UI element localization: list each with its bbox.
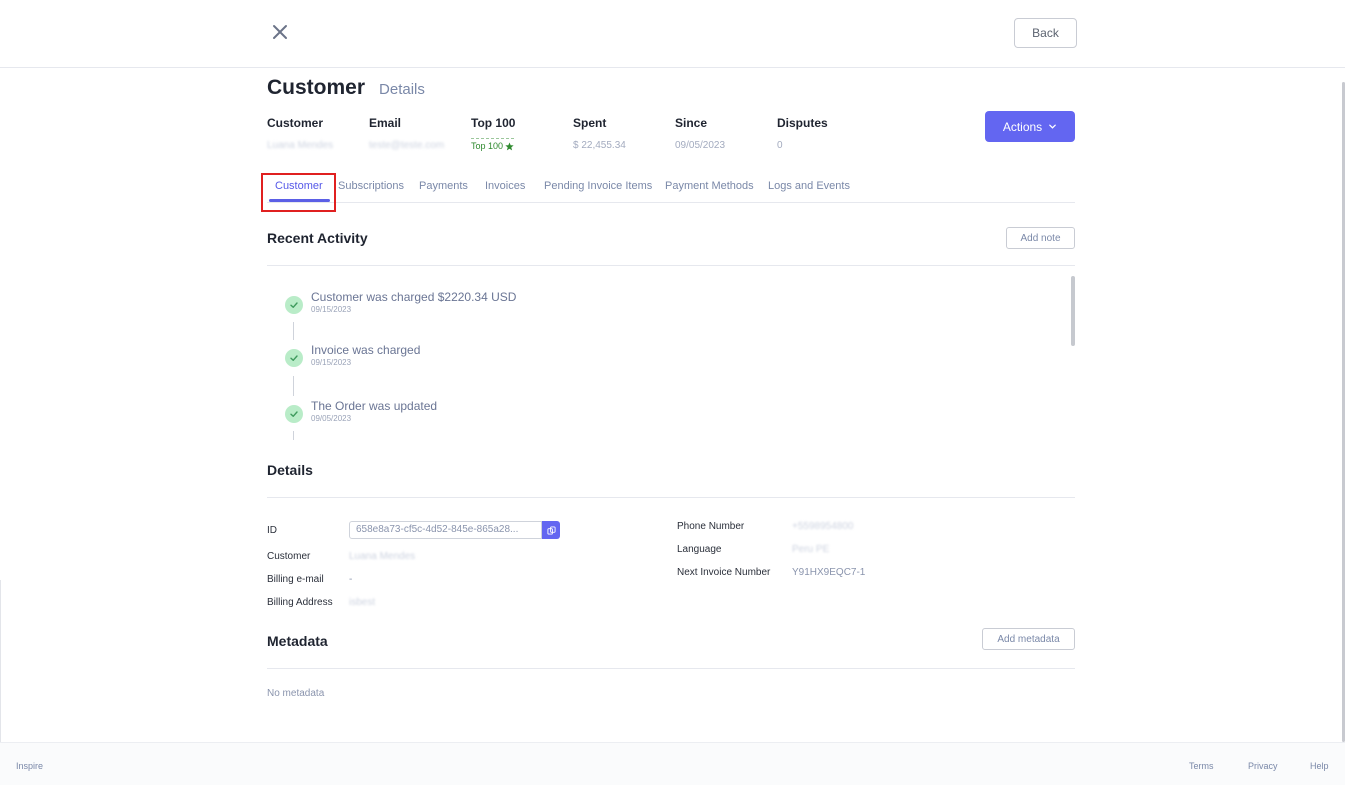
tab-invoices[interactable]: Invoices — [485, 180, 525, 192]
back-button[interactable]: Back — [1014, 18, 1077, 48]
recent-activity-title: Recent Activity — [267, 230, 368, 246]
billing-address-label: Billing Address — [267, 597, 333, 608]
summary-spent: Spent $ 22,455.34 — [573, 116, 675, 152]
summary-spent-value: $ 22,455.34 — [573, 140, 626, 151]
id-label: ID — [267, 525, 277, 536]
language-value: Peru PE — [792, 544, 830, 555]
footer: Inspire Terms Privacy Help — [0, 742, 1345, 785]
summary-email: Email teste@teste.com — [369, 116, 471, 152]
phone-value: +5598954800 — [792, 521, 854, 532]
summary-customer-value: Luana Mendes — [267, 140, 334, 151]
tab-customer[interactable]: Customer — [275, 180, 323, 192]
tab-bar: Customer Subscriptions Payments Invoices… — [267, 172, 1075, 203]
add-metadata-button[interactable]: Add metadata — [982, 628, 1075, 650]
details-title: Details — [267, 462, 313, 478]
top100-badge: Top 100 — [471, 138, 515, 151]
summary-since: Since 09/05/2023 — [675, 116, 777, 152]
left-divider — [0, 580, 1, 742]
list-item: Invoice was charged 09/15/2023 — [285, 343, 420, 367]
phone-label: Phone Number — [677, 521, 745, 532]
tab-logs-and-events[interactable]: Logs and Events — [768, 180, 850, 192]
page-title-main: Customer — [267, 76, 366, 99]
activity-scrollbar[interactable] — [1071, 276, 1075, 346]
footer-help-link[interactable]: Help — [1310, 761, 1329, 771]
actions-button[interactable]: Actions — [985, 111, 1075, 142]
customer-value: Luana Mendes — [349, 551, 416, 562]
next-invoice-value: Y91HX9EQC7-1 — [792, 567, 866, 578]
timeline-connector — [293, 376, 294, 396]
check-icon — [285, 296, 303, 314]
list-item: Customer was charged $2220.34 USD 09/15/… — [285, 290, 516, 314]
billing-email-label: Billing e-mail — [267, 574, 324, 585]
active-tab-indicator — [269, 199, 330, 202]
copy-icon — [546, 525, 556, 535]
add-note-button[interactable]: Add note — [1006, 227, 1075, 249]
next-invoice-label: Next Invoice Number — [677, 567, 771, 578]
divider — [267, 265, 1075, 266]
billing-email-value: - — [349, 574, 353, 585]
language-label: Language — [677, 544, 722, 555]
no-metadata-text: No metadata — [267, 688, 325, 699]
list-item: The Order was updated 09/05/2023 — [285, 399, 437, 423]
close-icon[interactable] — [270, 22, 290, 42]
chevron-down-icon — [1049, 124, 1057, 129]
metadata-title: Metadata — [267, 633, 328, 649]
summary-customer: Customer Luana Mendes — [267, 116, 369, 152]
divider — [267, 668, 1075, 669]
activity-timeline: Customer was charged $2220.34 USD 09/15/… — [285, 290, 985, 440]
copy-button[interactable] — [542, 521, 560, 539]
summary-since-value: 09/05/2023 — [675, 140, 726, 151]
top-bar: Back — [0, 0, 1345, 68]
customer-label: Customer — [267, 551, 311, 562]
tab-payments[interactable]: Payments — [419, 180, 468, 192]
footer-terms-link[interactable]: Terms — [1189, 761, 1214, 771]
star-icon — [505, 141, 514, 150]
timeline-connector — [293, 431, 294, 440]
summary-email-value: teste@teste.com — [369, 140, 445, 151]
timeline-connector — [293, 322, 294, 340]
id-field[interactable]: 658e8a73-cf5c-4d52-845e-865a28... — [349, 521, 542, 539]
footer-privacy-link[interactable]: Privacy — [1248, 761, 1278, 771]
summary-top100: Top 100 Top 100 — [471, 116, 516, 151]
tab-subscriptions[interactable]: Subscriptions — [338, 180, 404, 192]
summary-disputes: Disputes 0 — [777, 116, 879, 152]
divider — [267, 497, 1075, 498]
page-title: Customer Details — [267, 76, 425, 100]
check-icon — [285, 405, 303, 423]
footer-brand-link[interactable]: Inspire — [16, 761, 43, 771]
summary-disputes-value: 0 — [777, 140, 783, 151]
tab-pending-invoice-items[interactable]: Pending Invoice Items — [544, 180, 652, 192]
page-title-sub: Details — [379, 81, 425, 98]
billing-address-value: isbest — [349, 597, 376, 608]
tab-payment-methods[interactable]: Payment Methods — [665, 180, 754, 192]
check-icon — [285, 349, 303, 367]
customer-summary: Customer Luana Mendes Email teste@teste.… — [267, 116, 879, 152]
